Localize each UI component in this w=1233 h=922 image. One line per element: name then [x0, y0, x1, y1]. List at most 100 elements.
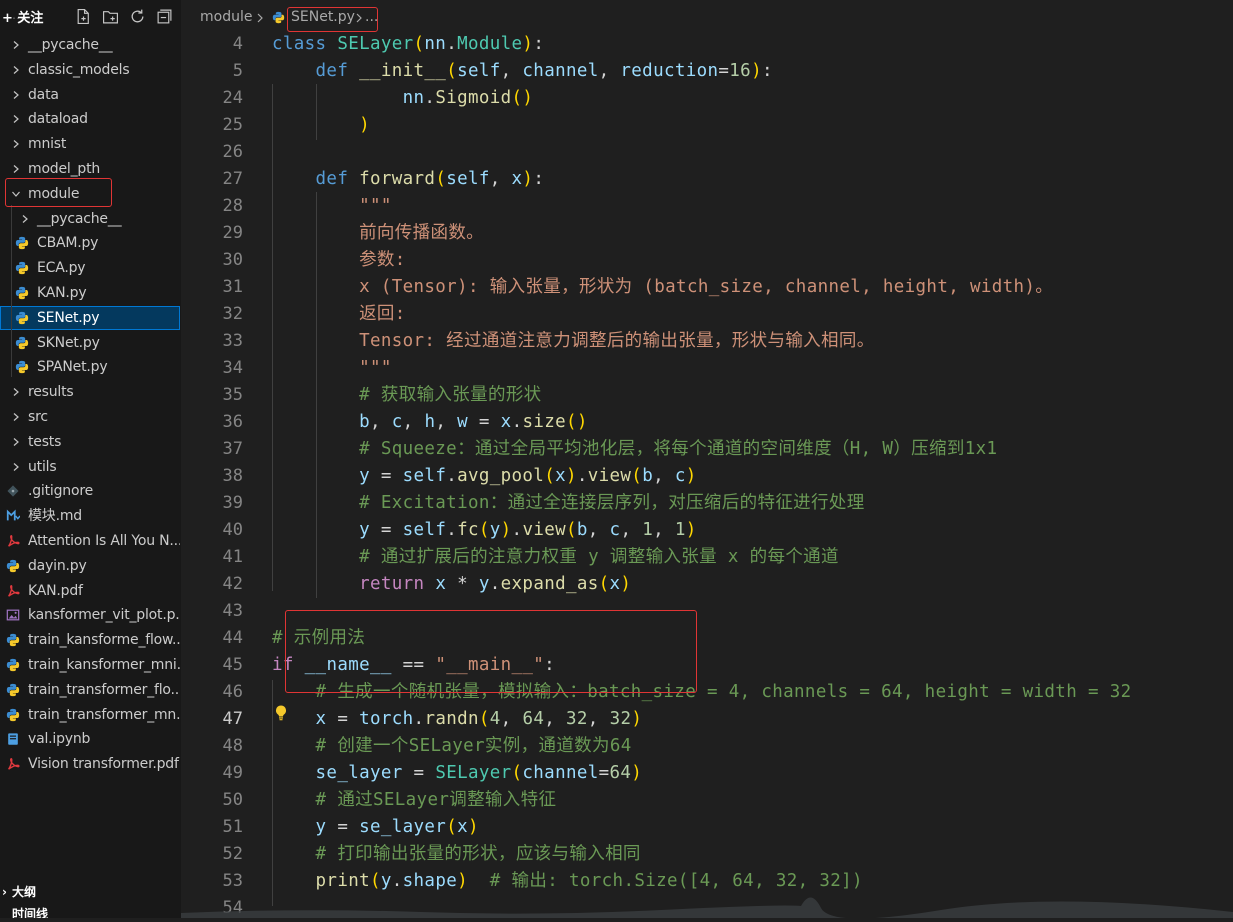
- code-line[interactable]: 35 # 获取输入张量的形状: [181, 382, 1233, 409]
- chevron-right-icon[interactable]: [11, 405, 21, 429]
- tree-file[interactable]: SENet.py: [0, 305, 180, 330]
- code-text[interactable]: if __name__ == "__main__":: [272, 652, 555, 679]
- code-line[interactable]: 49 se_layer = SELayer(channel=64): [181, 760, 1233, 787]
- tree-file[interactable]: Vision transformer.pdf: [0, 752, 180, 776]
- code-line[interactable]: 28 """: [181, 193, 1233, 220]
- tree-file[interactable]: dayin.py: [0, 554, 180, 578]
- chevron-right-icon[interactable]: [20, 207, 30, 231]
- tree-folder[interactable]: results: [0, 380, 180, 404]
- tree-file[interactable]: train_transformer_mn...: [0, 703, 180, 727]
- code-editor[interactable]: module SENet.py ... 4 class SELayer(nn.Mo…: [181, 0, 1233, 918]
- chevron-right-icon[interactable]: [11, 430, 21, 454]
- code-text[interactable]: se_layer = SELayer(channel=64): [272, 760, 642, 787]
- code-line[interactable]: 34 """: [181, 355, 1233, 382]
- chevron-right-icon[interactable]: [11, 83, 21, 107]
- code-line[interactable]: 43: [181, 598, 1233, 625]
- code-text[interactable]: """: [272, 355, 392, 382]
- chevron-right-icon[interactable]: [11, 33, 21, 57]
- code-text[interactable]: Tensor: 经过通道注意力调整后的输出张量，形状与输入相同。: [272, 328, 875, 355]
- code-line[interactable]: 24 nn.Sigmoid(): [181, 85, 1233, 112]
- code-line[interactable]: 51 y = se_layer(x): [181, 814, 1233, 841]
- code-text[interactable]: # 通过扩展后的注意力权重 y 调整输入张量 x 的每个通道: [272, 544, 839, 571]
- tree-folder[interactable]: classic_models: [0, 58, 180, 82]
- code-text[interactable]: # 示例用法: [272, 625, 365, 652]
- code-text[interactable]: # 通过SELayer调整输入特征: [272, 787, 556, 814]
- code-line[interactable]: 41 # 通过扩展后的注意力权重 y 调整输入张量 x 的每个通道: [181, 544, 1233, 571]
- code-line[interactable]: 30 参数:: [181, 247, 1233, 274]
- code-text[interactable]: 参数:: [272, 247, 406, 274]
- code-line[interactable]: 39 # Excitation：通过全连接层序列，对压缩后的特征进行处理: [181, 490, 1233, 517]
- code-text[interactable]: x (Tensor): 输入张量，形状为 (batch_size, channe…: [272, 274, 1053, 301]
- code-text[interactable]: # 生成一个随机张量，模拟输入：batch_size = 4, channels…: [272, 679, 1132, 706]
- tree-file[interactable]: ECA.py: [0, 256, 180, 280]
- code-line[interactable]: 27 def forward(self, x):: [181, 166, 1233, 193]
- code-line[interactable]: 25 ): [181, 112, 1233, 139]
- code-text[interactable]: # 创建一个SELayer实例，通道数为64: [272, 733, 632, 760]
- tree-folder[interactable]: __pycache__: [0, 33, 180, 57]
- code-text[interactable]: y = self.avg_pool(x).view(b, c): [272, 463, 697, 490]
- code-line[interactable]: 31 x (Tensor): 输入张量，形状为 (batch_size, cha…: [181, 274, 1233, 301]
- tree-file[interactable]: SPANet.py: [0, 355, 180, 379]
- tree-folder[interactable]: data: [0, 83, 180, 107]
- code-line[interactable]: 5 def __init__(self, channel, reduction=…: [181, 58, 1233, 85]
- tree-file[interactable]: Attention Is All You N...: [0, 529, 180, 553]
- new-file-icon[interactable]: [75, 8, 92, 25]
- tree-folder[interactable]: src: [0, 405, 180, 429]
- code-text[interactable]: b, c, h, w = x.size(): [272, 409, 588, 436]
- breadcrumb-file[interactable]: SENet.py: [291, 9, 355, 25]
- follow-badge[interactable]: + 关注: [2, 7, 43, 26]
- code-line[interactable]: 52 # 打印输出张量的形状，应该与输入相同: [181, 841, 1233, 868]
- tree-folder[interactable]: model_pth: [0, 157, 180, 181]
- tree-file[interactable]: 模块.md: [0, 504, 180, 528]
- lightbulb-icon[interactable]: [273, 704, 289, 722]
- code-text[interactable]: # Squeeze：通过全局平均池化层，将每个通道的空间维度（H, W）压缩到1…: [272, 436, 997, 463]
- code-line[interactable]: 32 返回:: [181, 301, 1233, 328]
- code-text[interactable]: return x * y.expand_as(x): [272, 571, 631, 598]
- tree-file[interactable]: CBAM.py: [0, 231, 180, 255]
- tree-file[interactable]: kansformer_vit_plot.p...: [0, 603, 180, 627]
- code-text[interactable]: def __init__(self, channel, reduction=16…: [272, 58, 773, 85]
- code-line[interactable]: 29 前向传播函数。: [181, 220, 1233, 247]
- code-line[interactable]: 4 class SELayer(nn.Module):: [181, 31, 1233, 58]
- code-text[interactable]: class SELayer(nn.Module):: [272, 31, 544, 58]
- chevron-right-icon[interactable]: [11, 157, 21, 181]
- code-line[interactable]: 37 # Squeeze：通过全局平均池化层，将每个通道的空间维度（H, W）压…: [181, 436, 1233, 463]
- code-text[interactable]: # 获取输入张量的形状: [272, 382, 542, 409]
- tree-file[interactable]: KAN.pdf: [0, 579, 180, 603]
- tree-file[interactable]: .gitignore: [0, 479, 180, 503]
- refresh-icon[interactable]: [129, 8, 146, 25]
- code-text[interactable]: y = self.fc(y).view(b, c, 1, 1): [272, 517, 697, 544]
- code-text[interactable]: x = torch.randn(4, 64, 32, 32): [272, 706, 642, 733]
- chevron-right-icon[interactable]: [11, 455, 21, 479]
- tree-folder[interactable]: __pycache__: [0, 207, 180, 231]
- tree-file[interactable]: train_kansformer_mni...: [0, 653, 180, 677]
- tree-file[interactable]: KAN.py: [0, 281, 180, 305]
- code-text[interactable]: # Excitation：通过全连接层序列，对压缩后的特征进行处理: [272, 490, 865, 517]
- code-line[interactable]: 40 y = self.fc(y).view(b, c, 1, 1): [181, 517, 1233, 544]
- chevron-right-icon[interactable]: [11, 380, 21, 404]
- chevron-right-icon[interactable]: [11, 58, 21, 82]
- code-line[interactable]: 38 y = self.avg_pool(x).view(b, c): [181, 463, 1233, 490]
- code-text[interactable]: 前向传播函数。: [272, 220, 484, 247]
- code-text[interactable]: # 打印输出张量的形状，应该与输入相同: [272, 841, 641, 868]
- code-line[interactable]: 42 return x * y.expand_as(x): [181, 571, 1233, 598]
- code-text[interactable]: nn.Sigmoid(): [272, 85, 533, 112]
- code-line[interactable]: 44 # 示例用法: [181, 625, 1233, 652]
- code-line[interactable]: 50 # 通过SELayer调整输入特征: [181, 787, 1233, 814]
- code-text[interactable]: def forward(self, x):: [272, 166, 544, 193]
- outline-panel-header[interactable]: › 大纲: [0, 881, 180, 903]
- code-line[interactable]: 48 # 创建一个SELayer实例，通道数为64: [181, 733, 1233, 760]
- tree-folder[interactable]: tests: [0, 430, 180, 454]
- tree-folder[interactable]: utils: [0, 455, 180, 479]
- code-line[interactable]: 46 # 生成一个随机张量，模拟输入：batch_size = 4, chann…: [181, 679, 1233, 706]
- code-text[interactable]: ): [272, 112, 370, 139]
- tree-file[interactable]: train_kansforme_flow...: [0, 628, 180, 652]
- code-line[interactable]: 33 Tensor: 经过通道注意力调整后的输出张量，形状与输入相同。: [181, 328, 1233, 355]
- collapse-all-icon[interactable]: [156, 8, 173, 25]
- code-text[interactable]: """: [272, 193, 392, 220]
- code-line[interactable]: 26: [181, 139, 1233, 166]
- code-line[interactable]: 47 x = torch.randn(4, 64, 32, 32): [181, 706, 1233, 733]
- code-line[interactable]: 45 if __name__ == "__main__":: [181, 652, 1233, 679]
- code-text[interactable]: y = se_layer(x): [272, 814, 479, 841]
- tree-file[interactable]: val.ipynb: [0, 727, 180, 751]
